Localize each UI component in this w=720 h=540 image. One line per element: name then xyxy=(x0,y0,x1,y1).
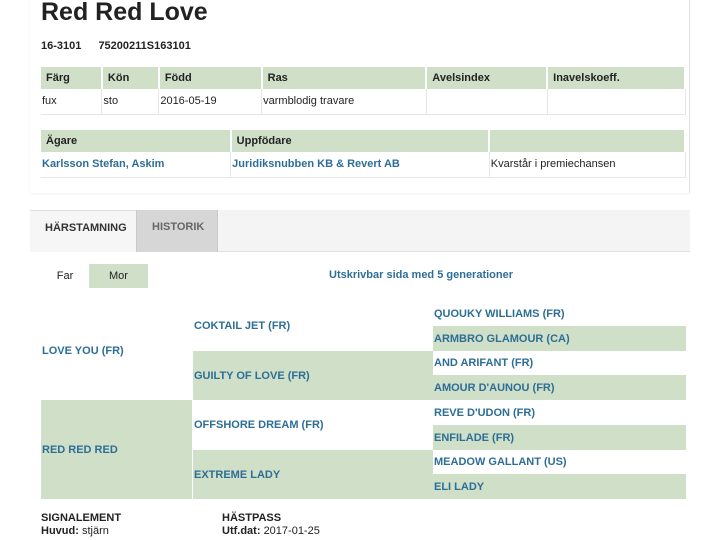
horse-name-title: Red Red Love xyxy=(41,0,208,26)
gen3-name-2[interactable]: ARMBRO GLAMOUR (CA) xyxy=(434,333,570,345)
horse-ids: 16-3101 75200211S163101 xyxy=(41,40,205,52)
gen3-name-8[interactable]: ELI LADY xyxy=(434,481,484,493)
owner-link[interactable]: Karlsson Stefan, Askim xyxy=(42,158,164,170)
header-breeding-index: Avelsindex xyxy=(426,67,549,89)
breeder-link[interactable]: Juridiksnubben KB & Revert AB xyxy=(232,158,400,170)
gen2-name-1[interactable]: COKTAIL JET (FR) xyxy=(194,320,290,332)
header-sex: Kön xyxy=(101,67,160,89)
gen3-name-1[interactable]: QUOUKY WILLIAMS (FR) xyxy=(434,308,565,320)
gen3-cell-2[interactable]: ARMBRO GLAMOUR (CA) xyxy=(433,326,686,351)
info-header-row: Färg Kön Född Ras Avelsindex Inavelskoef… xyxy=(41,67,686,89)
gen3-cell-1[interactable]: QUOUKY WILLIAMS (FR) xyxy=(433,301,686,326)
tab-pedigree[interactable]: HÄRSTAMNING xyxy=(30,210,136,252)
gen2-cell-2[interactable]: GUILTY OF LOVE (FR) xyxy=(193,351,433,400)
gen2-cell-1[interactable]: COKTAIL JET (FR) xyxy=(193,301,433,351)
registration-number: 16-3101 xyxy=(41,40,82,52)
utfdat-label: Utf.dat: xyxy=(222,525,261,537)
horse-info-table: Färg Kön Född Ras Avelsindex Inavelskoef… xyxy=(41,67,686,115)
header-inbreeding: Inavelskoeff. xyxy=(547,67,686,89)
header-owner: Ägare xyxy=(41,130,232,152)
huvud-label: Huvud: xyxy=(41,525,79,537)
printable-page-link[interactable]: Utskrivbar sida med 5 generationer xyxy=(329,269,513,281)
gen3-cell-5[interactable]: REVE D'UDON (FR) xyxy=(433,400,686,425)
gen3-cell-6[interactable]: ENFILADE (FR) xyxy=(433,425,686,450)
value-inbreeding xyxy=(547,89,686,115)
gen2-name-3[interactable]: OFFSHORE DREAM (FR) xyxy=(194,419,324,431)
gen3-name-6[interactable]: ENFILADE (FR) xyxy=(434,432,514,444)
gen3-name-4[interactable]: AMOUR D'AUNOU (FR) xyxy=(434,382,555,394)
owner-header-row: Ägare Uppfödare xyxy=(41,130,686,152)
gen3-name-3[interactable]: AND ARIFANT (FR) xyxy=(434,357,533,369)
header-color: Färg xyxy=(41,67,103,89)
value-sex: sto xyxy=(101,89,160,115)
utfdat-line: Utf.dat: 2017-01-25 xyxy=(222,525,320,537)
value-color: fux xyxy=(41,89,103,115)
toggle-mor[interactable]: Mor xyxy=(89,264,148,288)
value-breeding-index xyxy=(426,89,548,115)
value-breed: varmblodig travare xyxy=(261,89,427,115)
info-value-row: fux sto 2016-05-19 varmblodig travare xyxy=(41,89,686,115)
gen2-cell-3[interactable]: OFFSHORE DREAM (FR) xyxy=(193,400,433,450)
sire-cell[interactable]: LOVE YOU (FR) xyxy=(41,301,192,400)
sire-name[interactable]: LOVE YOU (FR) xyxy=(42,345,124,357)
owner-table: Ägare Uppfödare Karlsson Stefan, Askim J… xyxy=(41,130,686,178)
gen2-name-4[interactable]: EXTREME LADY xyxy=(194,469,280,481)
header-empty xyxy=(489,130,686,152)
signalement-heading: SIGNALEMENT xyxy=(41,512,122,524)
utfdat-value: 2017-01-25 xyxy=(263,525,320,537)
dam-name[interactable]: RED RED RED xyxy=(42,444,118,456)
gen2-name-2[interactable]: GUILTY OF LOVE (FR) xyxy=(194,370,310,382)
owner-value-row: Karlsson Stefan, Askim Juridiksnubben KB… xyxy=(41,152,686,178)
gen3-cell-8[interactable]: ELI LADY xyxy=(433,474,686,499)
gen3-cell-3[interactable]: AND ARIFANT (FR) xyxy=(433,351,686,375)
gen3-cell-4[interactable]: AMOUR D'AUNOU (FR) xyxy=(433,375,686,400)
pedigree-table: LOVE YOU (FR) RED RED RED COKTAIL JET (F… xyxy=(41,301,686,499)
ueln-number: 75200211S163101 xyxy=(98,40,191,52)
huvud-line: Huvud: stjärn xyxy=(41,525,109,537)
header-breeder: Uppfödare xyxy=(230,130,491,152)
tab-history[interactable]: HISTORIK xyxy=(136,210,218,252)
header-breed: Ras xyxy=(261,67,428,89)
gen3-name-5[interactable]: REVE D'UDON (FR) xyxy=(434,407,535,419)
gen3-cell-7[interactable]: MEADOW GALLANT (US) xyxy=(433,450,686,474)
huvud-value: stjärn xyxy=(81,525,109,537)
gen3-name-7[interactable]: MEADOW GALLANT (US) xyxy=(434,456,567,468)
value-born: 2016-05-19 xyxy=(158,89,263,115)
dam-cell[interactable]: RED RED RED xyxy=(41,400,192,499)
premium-note: Kvarstår i premiechansen xyxy=(489,152,686,178)
toggle-far[interactable]: Far xyxy=(41,264,89,288)
tab-bar: HÄRSTAMNING HISTORIK xyxy=(30,210,690,252)
hastpass-heading: HÄSTPASS xyxy=(222,512,282,524)
header-born: Född xyxy=(158,67,263,89)
gen2-cell-4[interactable]: EXTREME LADY xyxy=(193,450,433,499)
